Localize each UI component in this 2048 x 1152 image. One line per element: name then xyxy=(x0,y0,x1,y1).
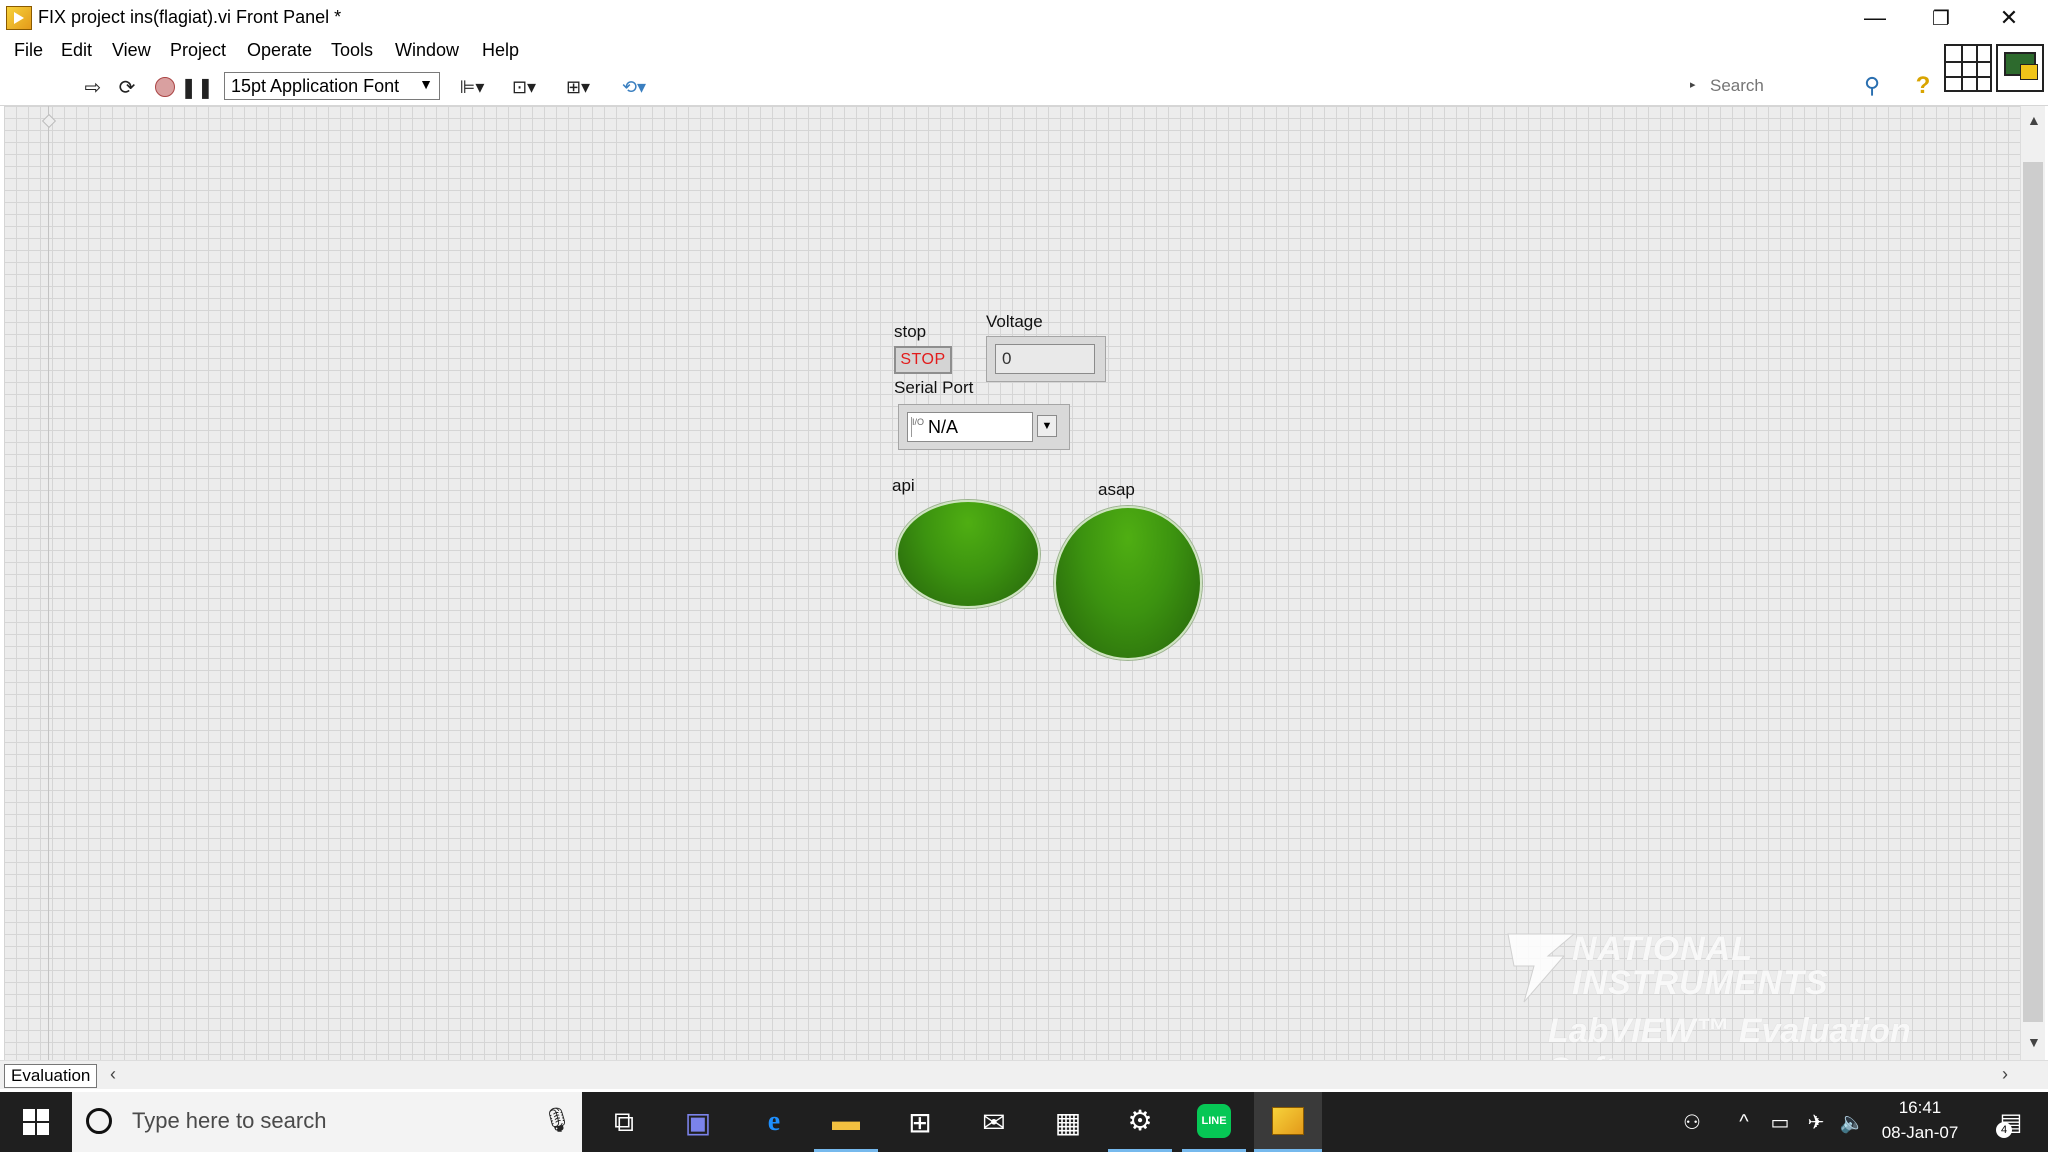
menu-view[interactable]: View xyxy=(112,40,151,61)
settings-icon[interactable]: ⚙ xyxy=(1108,1092,1172,1152)
visa-resource-icon: I/O xyxy=(911,417,924,437)
menu-edit[interactable]: Edit xyxy=(61,40,92,61)
edge-icon[interactable]: e xyxy=(742,1092,806,1152)
search-icon[interactable]: ⚲ xyxy=(1864,73,1880,99)
windows-taskbar: Type here to search 🎙 ⧉ ▣ e ▬ ⊞ ✉ ▦ ⚙ LI… xyxy=(0,1092,2048,1152)
cortana-icon xyxy=(86,1108,112,1134)
menu-project[interactable]: Project xyxy=(170,40,226,61)
reorder-icon[interactable]: ⟲▾ xyxy=(614,73,654,101)
mail-icon[interactable]: ✉ xyxy=(962,1092,1026,1152)
microphone-icon[interactable]: 🎙 xyxy=(542,1106,572,1135)
people-icon[interactable]: ⚇ xyxy=(1674,1092,1710,1152)
asap-led-label: asap xyxy=(1098,480,1135,499)
notification-count-badge: 4 xyxy=(1996,1122,2012,1138)
vertical-scrollbar[interactable]: ▲ ▼ xyxy=(2020,106,2045,1060)
voltage-label: Voltage xyxy=(986,312,1043,331)
scroll-left-icon[interactable]: ‹ xyxy=(110,1064,116,1085)
abort-icon[interactable] xyxy=(150,73,180,101)
pause-icon[interactable]: ❚❚ xyxy=(180,73,214,101)
menu-operate[interactable]: Operate xyxy=(247,40,312,61)
title-bar: FIX project ins(flagiat).vi Front Panel … xyxy=(0,0,2048,36)
ni-watermark: NATIONAL INSTRUMENTS LabVIEW™ Evaluation… xyxy=(1504,926,2004,1060)
scroll-up-icon[interactable]: ▲ xyxy=(2027,112,2041,128)
start-button[interactable] xyxy=(0,1092,72,1152)
airplane-mode-icon[interactable]: ✈ xyxy=(1798,1092,1834,1152)
voltage-indicator: 0 xyxy=(986,336,1106,382)
search-box[interactable]: ▸ ⚲ xyxy=(1686,71,1906,101)
labview-app-icon xyxy=(6,6,32,30)
clock-time[interactable]: 16:41 xyxy=(1880,1098,1960,1118)
voltage-value: 0 xyxy=(995,344,1095,374)
scroll-down-icon[interactable]: ▼ xyxy=(2027,1034,2041,1050)
serial-port-control[interactable]: I/O N/A ▼ xyxy=(898,404,1070,450)
run-continuously-icon[interactable]: ⟳ xyxy=(112,73,142,101)
stop-button[interactable]: STOP xyxy=(894,346,952,374)
store-icon[interactable]: ⊞ xyxy=(888,1092,952,1152)
run-arrow-icon[interactable]: ⇨ xyxy=(78,73,108,101)
toolbar: ⇨ ⟳ ❚❚ 15pt Application Font ▼ ⊫▾ ⊡▾ ⊞▾ … xyxy=(0,67,2048,106)
resize-objects-icon[interactable]: ⊞▾ xyxy=(558,73,598,101)
evaluation-tab[interactable]: Evaluation xyxy=(4,1064,98,1088)
stop-label: stop xyxy=(894,322,927,341)
window-title: FIX project ins(flagiat).vi Front Panel … xyxy=(38,7,342,27)
vi-icon[interactable] xyxy=(1996,44,2044,92)
menu-help[interactable]: Help xyxy=(482,40,519,61)
action-center-icon[interactable]: ▤ xyxy=(1986,1092,2036,1152)
align-objects-icon[interactable]: ⊫▾ xyxy=(452,73,492,101)
scroll-right-icon[interactable]: › xyxy=(2002,1064,2008,1085)
context-help-icon[interactable]: ? xyxy=(1910,72,1936,100)
api-led xyxy=(896,500,1040,608)
horizontal-scrollbar[interactable]: Evaluation ‹ › xyxy=(0,1060,2048,1089)
menu-window[interactable]: Window xyxy=(395,40,459,61)
serial-port-label: Serial Port xyxy=(894,378,974,397)
minimize-button[interactable]: — xyxy=(1842,0,1908,36)
menu-tools[interactable]: Tools xyxy=(331,40,373,61)
distribute-objects-icon[interactable]: ⊡▾ xyxy=(504,73,544,101)
api-led-label: api xyxy=(892,476,915,495)
serial-port-dropdown-button[interactable]: ▼ xyxy=(1037,415,1057,437)
task-view-icon[interactable]: ⧉ xyxy=(592,1092,656,1152)
ni-watermark-line2: INSTRUMENTS xyxy=(1572,964,1829,1002)
menu-file[interactable]: File xyxy=(14,40,43,61)
serial-port-field[interactable]: I/O N/A xyxy=(907,412,1033,442)
search-expand-icon[interactable]: ▸ xyxy=(1690,78,1696,91)
origin-marker xyxy=(41,113,57,129)
asap-led xyxy=(1054,506,1202,660)
calendar-icon[interactable]: ▦ xyxy=(1036,1092,1100,1152)
font-select-value: 15pt Application Font xyxy=(231,76,400,96)
vertical-scroll-thumb[interactable] xyxy=(2023,162,2043,1022)
clock-date[interactable]: 08-Jan-07 xyxy=(1872,1123,1968,1143)
line-icon[interactable]: LINE xyxy=(1182,1092,1246,1152)
vi-icon-arrow xyxy=(2020,64,2038,80)
labview-icon[interactable] xyxy=(1254,1092,1322,1152)
search-input[interactable] xyxy=(1708,74,1872,98)
tray-chevron-up-icon[interactable]: ^ xyxy=(1728,1092,1760,1152)
ni-watermark-line3: LabVIEW™ Evaluation Software xyxy=(1548,1012,1911,1060)
origin-guide-line xyxy=(48,106,49,1060)
chevron-down-icon: ▼ xyxy=(419,76,433,92)
teams-icon[interactable]: ▣ xyxy=(666,1092,730,1152)
front-panel-canvas[interactable]: stop STOP Voltage 0 Serial Port I/O N/A … xyxy=(4,106,2020,1060)
volume-icon[interactable]: 🔈 xyxy=(1834,1092,1870,1152)
close-button[interactable]: ✕ xyxy=(1976,0,2042,36)
serial-port-value: N/A xyxy=(928,417,959,437)
battery-icon[interactable]: ▭ xyxy=(1762,1092,1798,1152)
file-explorer-icon[interactable]: ▬ xyxy=(814,1092,878,1152)
font-select[interactable]: 15pt Application Font ▼ xyxy=(224,72,440,100)
windows-logo-icon xyxy=(23,1109,49,1135)
connector-pane-icon[interactable] xyxy=(1944,44,1992,92)
taskbar-search-placeholder: Type here to search xyxy=(132,1108,327,1133)
menu-bar: File Edit View Project Operate Tools Win… xyxy=(0,36,2048,66)
taskbar-search-box[interactable]: Type here to search 🎙 xyxy=(72,1092,582,1152)
restore-button[interactable]: ❐ xyxy=(1908,0,1974,36)
